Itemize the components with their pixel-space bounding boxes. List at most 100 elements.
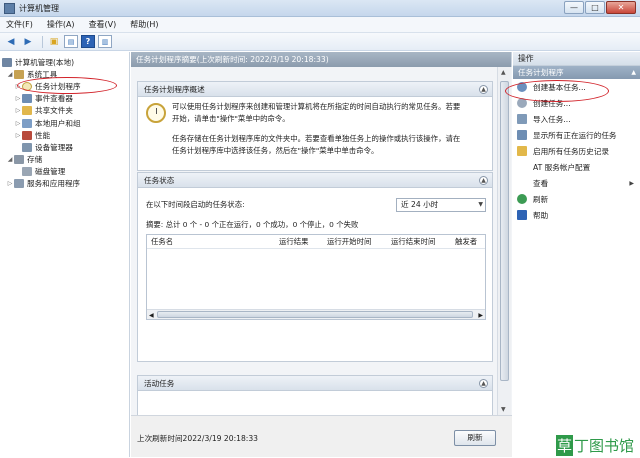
tree-item-label: 本地用户和组	[35, 118, 81, 128]
shared-folder-icon	[22, 106, 32, 116]
overview-section: 任务计划程序概述 ▲ 可以使用任务计划程序来创建和管理计算机将在所指定的时间自动…	[137, 81, 493, 171]
minimize-button[interactable]: —	[564, 1, 584, 14]
up-folder-icon[interactable]: ▣	[47, 35, 61, 48]
active-tasks-section-header[interactable]: 活动任务 ▲	[138, 376, 492, 391]
computer-management-icon	[4, 2, 15, 14]
scroll-right-arrow-icon[interactable]: ▶	[478, 310, 483, 322]
action-view[interactable]: 查看 ▶	[513, 175, 640, 191]
scroll-up-arrow-icon[interactable]: ▲	[501, 69, 506, 76]
column-header-task-name[interactable]: 任务名	[151, 236, 173, 248]
tree-item-label: 磁盘管理	[35, 167, 66, 177]
watermark: 草 丁图书馆	[555, 435, 634, 456]
collapse-icon[interactable]: ▲	[479, 176, 488, 185]
tree-item-disk-management[interactable]: 磁盘管理	[0, 166, 129, 178]
refresh-icon	[517, 194, 527, 204]
menu-help[interactable]: 帮助(H)	[130, 19, 158, 30]
summary-vertical-scrollbar[interactable]: ▲ ▼	[497, 67, 511, 415]
scroll-left-arrow-icon[interactable]: ◀	[149, 310, 154, 322]
computer-icon	[2, 57, 12, 67]
expand-triangle-icon[interactable]: ◢	[6, 71, 14, 78]
blank-icon	[517, 178, 527, 188]
tree-item-label: 服务和应用程序	[27, 179, 81, 189]
action-import-task[interactable]: 导入任务...	[513, 111, 640, 127]
period-select-value: 近 24 小时	[401, 200, 439, 209]
grid-header-row: 任务名 运行结果 运行开始时间 运行结束时间 触发者	[147, 235, 485, 249]
active-tasks-section: 活动任务 ▲	[137, 375, 493, 415]
tree-item-storage[interactable]: ◢ 存储	[0, 154, 129, 166]
toolbar: ◀ ▶ ▣ ▤ ? ▥	[0, 33, 640, 51]
overview-section-title: 任务计划程序概述	[144, 85, 205, 94]
expand-triangle-icon[interactable]: ▷	[14, 95, 22, 102]
overview-section-header[interactable]: 任务计划程序概述 ▲	[138, 82, 492, 97]
task-status-grid: 任务名 运行结果 运行开始时间 运行结束时间 触发者 ◀ ▶	[146, 234, 486, 320]
tree-item-device-manager[interactable]: 设备管理器	[0, 141, 129, 153]
task-status-body: 在以下时间段启动的任务状态: 近 24 小时 ▼ 摘要: 总计 0 个 - 0 …	[138, 188, 492, 362]
action-enable-history[interactable]: 启用所有任务历史记录	[513, 143, 640, 159]
actions-subheader[interactable]: 任务计划程序 ▲	[513, 66, 640, 79]
expand-triangle-icon[interactable]: ▷	[14, 132, 22, 139]
tree-item-local-users-groups[interactable]: ▷ 本地用户和组	[0, 117, 129, 129]
collapse-icon[interactable]: ▲	[479, 379, 488, 388]
expand-triangle-icon[interactable]: ▷	[14, 107, 22, 114]
device-manager-icon	[22, 142, 32, 152]
help-icon[interactable]: ?	[81, 35, 95, 48]
show-action-pane-icon[interactable]: ▥	[98, 35, 112, 48]
task-summary: 摘要: 总计 0 个 - 0 个正在运行，0 个成功，0 个停止，0 个失败	[146, 220, 359, 229]
menu-file[interactable]: 文件(F)	[6, 19, 33, 30]
period-select[interactable]: 近 24 小时 ▼	[396, 198, 486, 212]
back-arrow-icon[interactable]: ◀	[4, 35, 18, 48]
collapse-icon[interactable]: ▲	[479, 85, 488, 94]
tree-item-services-apps[interactable]: ▷ 服务和应用程序	[0, 178, 129, 190]
column-header-run-start[interactable]: 运行开始时间	[327, 236, 371, 248]
import-icon	[517, 114, 527, 124]
scroll-thumb[interactable]	[157, 311, 473, 318]
expand-triangle-icon[interactable]: ▷	[14, 120, 22, 127]
action-label: 查看	[533, 178, 549, 188]
tree-item-event-viewer[interactable]: ▷ 事件查看器	[0, 93, 129, 105]
action-show-running-tasks[interactable]: 显示所有正在运行的任务	[513, 127, 640, 143]
event-viewer-icon	[22, 94, 32, 104]
disk-icon	[22, 167, 32, 177]
forward-arrow-icon[interactable]: ▶	[21, 35, 35, 48]
tree-item-shared-folders[interactable]: ▷ 共享文件夹	[0, 105, 129, 117]
scroll-down-arrow-icon[interactable]: ▼	[501, 406, 506, 413]
console-tree: 计算机管理(本地) ◢ 系统工具 ▷ 任务计划程序 ▷ 事件查看器 ▷ 共享文件…	[0, 52, 130, 457]
tree-item-performance[interactable]: ▷ 性能	[0, 129, 129, 141]
task-status-section: 任务状态 ▲ 在以下时间段启动的任务状态: 近 24 小时 ▼ 摘要: 总计 0…	[137, 172, 493, 362]
actions-pane-title: 操作	[513, 52, 640, 66]
expand-triangle-icon[interactable]: ◢	[6, 156, 14, 163]
actions-subheader-label: 任务计划程序	[518, 68, 564, 77]
performance-icon	[22, 130, 32, 140]
tree-item-computer-management[interactable]: 计算机管理(本地)	[0, 56, 129, 68]
watermark-right: 丁图书馆	[573, 437, 634, 455]
period-label: 在以下时间段启动的任务状态:	[146, 200, 245, 209]
active-tasks-title: 活动任务	[144, 379, 175, 388]
scroll-thumb[interactable]	[500, 81, 509, 381]
collapse-triangle-icon[interactable]: ▲	[631, 66, 636, 79]
annotation-oval-actions	[505, 80, 609, 102]
column-header-run-end[interactable]: 运行结束时间	[391, 236, 435, 248]
maximize-button[interactable]: □	[585, 1, 605, 14]
action-at-service-account[interactable]: AT 服务帐户配置	[513, 159, 640, 175]
menu-action[interactable]: 操作(A)	[47, 19, 75, 30]
window-title: 计算机管理	[19, 3, 59, 13]
task-status-section-header[interactable]: 任务状态 ▲	[138, 173, 492, 188]
results-pane: 任务计划程序摘要(上次刷新时间: 2022/3/19 20:18:33) 任务计…	[131, 52, 512, 457]
dropdown-arrow-icon: ▼	[478, 201, 483, 208]
column-header-triggered-by[interactable]: 触发者	[455, 236, 477, 248]
refresh-button[interactable]: 刷新	[454, 430, 496, 446]
action-label: 刷新	[533, 194, 549, 204]
show-tree-icon[interactable]: ▤	[64, 35, 78, 48]
tree-item-label: 性能	[35, 130, 51, 140]
help-icon	[517, 210, 527, 220]
menu-view[interactable]: 查看(V)	[89, 19, 117, 30]
action-help[interactable]: 帮助	[513, 207, 640, 223]
toolbar-separator	[42, 35, 43, 48]
overview-text-line: 开始，请单击"操作"菜单中的命令。	[172, 114, 290, 123]
expand-triangle-icon[interactable]: ▷	[6, 180, 14, 187]
grid-horizontal-scrollbar[interactable]: ◀ ▶	[147, 309, 485, 319]
users-icon	[22, 118, 32, 128]
column-header-run-result[interactable]: 运行结果	[279, 236, 309, 248]
action-refresh[interactable]: 刷新	[513, 191, 640, 207]
close-button[interactable]: ✕	[606, 1, 636, 14]
